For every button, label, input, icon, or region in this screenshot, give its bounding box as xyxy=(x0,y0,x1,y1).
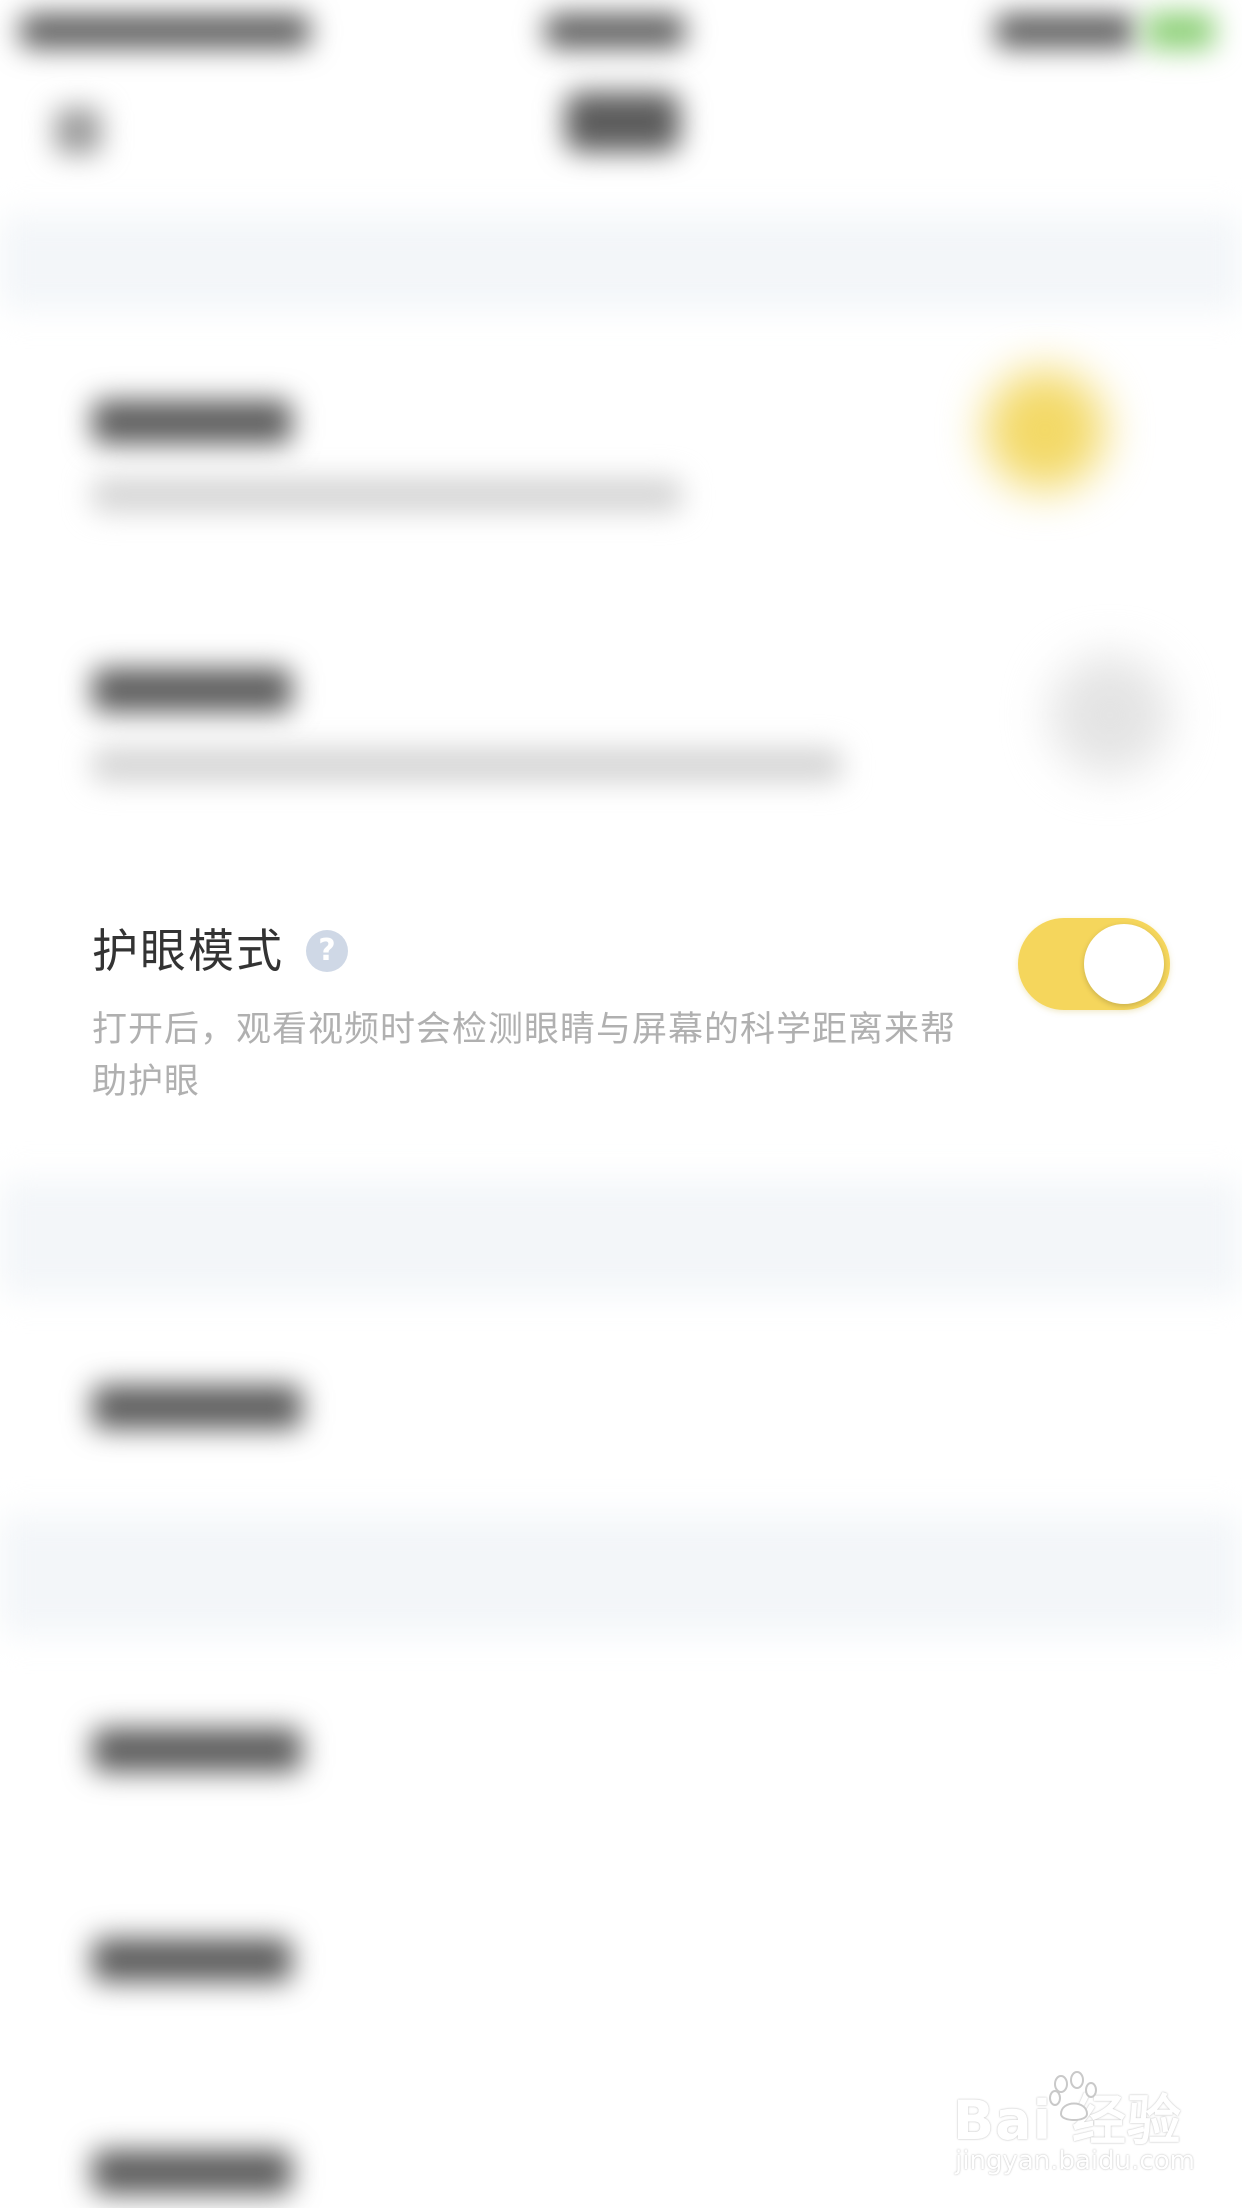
page-title-blurred xyxy=(565,92,680,152)
setting-row-1-title-blurred xyxy=(92,400,292,444)
section-divider xyxy=(0,215,1242,310)
section-divider xyxy=(0,1180,1242,1295)
status-bar-right-blurred xyxy=(995,14,1135,48)
setting-row-2-desc-blurred xyxy=(92,748,842,782)
eye-protection-description: 打开后，观看视频时会检测眼睛与屏幕的科学距离来帮助护眼 xyxy=(92,1010,957,1102)
back-arrow-icon[interactable] xyxy=(55,108,101,154)
setting-row-6-title-blurred[interactable] xyxy=(92,2150,292,2194)
help-icon[interactable]: ? xyxy=(306,930,348,972)
eye-protection-title: 护眼模式 xyxy=(92,924,284,978)
eye-protection-toggle[interactable] xyxy=(1018,918,1170,1010)
eye-protection-title-group: 护眼模式 ? xyxy=(92,928,348,974)
toggle-knob xyxy=(1084,924,1164,1004)
setting-row-2-title-blurred xyxy=(92,668,292,712)
status-bar-left-blurred xyxy=(20,14,310,48)
setting-row-1-toggle[interactable] xyxy=(985,370,1105,490)
setting-row-3-title-blurred[interactable] xyxy=(92,1385,302,1429)
baidu-jingyan-watermark: Bai 经验 jingyan.baidu.com xyxy=(945,2070,1195,2190)
section-divider xyxy=(0,1515,1242,1635)
settings-screen: 护眼模式 ? 打开后，观看视频时会检测眼睛与屏幕的科学距离来帮助护眼 Bai 经… xyxy=(0,0,1242,2208)
eye-protection-row: 护眼模式 ? 打开后，观看视频时会检测眼睛与屏幕的科学距离来帮助护眼 xyxy=(0,900,1242,1140)
setting-row-5-title-blurred[interactable] xyxy=(92,1938,292,1982)
setting-row-2-toggle[interactable] xyxy=(1050,655,1170,775)
watermark-url: jingyan.baidu.com xyxy=(955,2146,1195,2176)
setting-row-4-title-blurred[interactable] xyxy=(92,1728,302,1772)
status-bar-time-blurred xyxy=(545,14,685,48)
setting-row-1-desc-blurred xyxy=(92,478,682,512)
paw-icon xyxy=(1049,2071,1097,2121)
battery-icon xyxy=(1145,12,1215,50)
